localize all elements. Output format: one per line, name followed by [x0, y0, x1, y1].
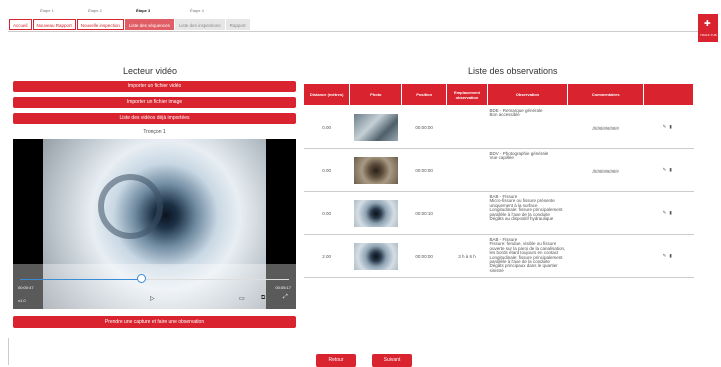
comment-cell: jjjjjgjjgjgjjgjjg — [567, 105, 644, 149]
step-label-active: Étape 3 — [136, 8, 151, 13]
table-row[interactable]: 0.00 00:00:00 BDV - Photographie général… — [303, 148, 694, 192]
divider — [8, 338, 9, 365]
observation-photo[interactable] — [353, 242, 398, 270]
seek-bar[interactable] — [20, 279, 289, 280]
emplacement-cell — [446, 105, 488, 149]
col-emplacement: Emplacement observation — [445, 83, 488, 106]
actions-cell: ✎▮ — [643, 105, 694, 149]
play-icon[interactable]: ▷ — [150, 295, 155, 302]
delete-icon[interactable]: ▮ — [669, 210, 674, 215]
step-label: Étape 4 — [190, 8, 204, 13]
logo-mark-icon: ✚ — [704, 19, 711, 28]
brand-logo: ✚ TRAFF-TUB — [698, 14, 718, 42]
emplacement-cell: 3 h à 6 h — [446, 234, 488, 278]
actions-cell: ✎▮ — [643, 148, 694, 192]
col-distance: Distance (mètres) — [302, 83, 351, 106]
observation-photo[interactable] — [353, 156, 398, 184]
breadcrumb-tabs: Accueil Nouveau Rapport Nouvelle inspect… — [9, 19, 250, 30]
position-cell: 00:00:10 — [401, 191, 447, 235]
capture-frame-icon[interactable]: ▭ — [239, 295, 245, 302]
table-row[interactable]: 2.00 00:00:00 3 h à 6 h BAB - Fissure Fi… — [303, 234, 694, 278]
col-commentaires: Commentaires — [566, 83, 645, 106]
observation-cell: BAB - Fissure Micro-fissure ou fissure p… — [487, 191, 568, 235]
observation-photo[interactable] — [353, 199, 398, 227]
comment-cell: jjjjjgjjgjgjjgjjg — [567, 148, 644, 192]
observations-title: Liste des observations — [468, 66, 558, 76]
table-header-row: Distance (mètres) Photo Position Emplace… — [302, 83, 694, 106]
tab-accueil[interactable]: Accueil — [9, 19, 32, 30]
emplacement-cell — [446, 191, 488, 235]
photo-cell[interactable] — [349, 105, 402, 149]
tab-nouveau-rapport[interactable]: Nouveau Rapport — [32, 19, 76, 30]
distance-cell: 2.00 — [303, 234, 350, 278]
observation-cell: BAB - Fissure Fissure: fendue, visible o… — [487, 234, 568, 278]
tab-liste-inspections[interactable]: Liste des inspections — [174, 19, 225, 30]
distance-cell: 0.00 — [303, 105, 350, 149]
tab-liste-sequences[interactable]: Liste des séquences — [124, 19, 174, 30]
photo-cell[interactable] — [349, 234, 402, 278]
video-player-title: Lecteur vidéo — [123, 66, 178, 76]
import-video-button[interactable]: Importer un fichier vidéo — [13, 81, 296, 92]
picture-in-picture-icon[interactable]: ⧉ — [261, 295, 265, 302]
step-label: Étape 2 — [88, 8, 102, 13]
logo-text: TRAFF-TUB — [700, 33, 717, 37]
distance-cell: 0.00 — [303, 191, 350, 235]
tab-rapport[interactable]: Rapport — [225, 19, 250, 30]
video-controls-bar — [43, 264, 266, 309]
step-label: Étape 1 — [40, 8, 54, 13]
import-image-button[interactable]: Importer un fichier image — [13, 97, 296, 108]
tab-nouvelle-inspection[interactable]: Nouvelle inspection — [76, 19, 124, 30]
playback-speed[interactable]: x1.0 — [18, 298, 26, 303]
actions-cell: ✎▮ — [643, 191, 694, 235]
position-cell: 00:00:00 — [401, 234, 447, 278]
header-divider — [8, 31, 707, 32]
comment-cell — [567, 234, 644, 278]
pipe-interior — [98, 174, 163, 239]
col-observation: Observation — [486, 83, 568, 106]
section-label: Tronçon 1 — [143, 129, 166, 135]
total-time: 00:05:17 — [275, 285, 291, 290]
photo-cell[interactable] — [349, 148, 402, 192]
observation-cell: BDE - Remarque générale Bon accessible — [487, 105, 568, 149]
position-cell: 00:00:00 — [401, 105, 447, 149]
imported-videos-button[interactable]: Liste des vidéos déjà importées — [13, 113, 296, 124]
photo-cell[interactable] — [349, 191, 402, 235]
table-row[interactable]: 0.00 00:00:00 BDE - Remarque générale Bo… — [303, 105, 694, 149]
distance-cell: 0.00 — [303, 148, 350, 192]
seek-progress — [20, 279, 142, 280]
capture-observation-button[interactable]: Prendre une capture et faire une observa… — [13, 316, 296, 328]
step-indicator: Étape 1 Étape 2 Étape 3 Étape 4 — [40, 8, 240, 14]
observation-photo[interactable] — [353, 113, 398, 141]
delete-icon[interactable]: ▮ — [669, 167, 674, 172]
fullscreen-icon[interactable]: ⤢ — [283, 294, 288, 301]
delete-icon[interactable]: ▮ — [669, 253, 674, 258]
emplacement-cell — [446, 148, 488, 192]
comment-cell — [567, 191, 644, 235]
actions-cell: ✎▮ — [643, 234, 694, 278]
col-photo: Photo — [349, 83, 403, 106]
video-player[interactable]: 00:00:47 00:05:17 x1.0 ▷ ▭ ⧉ ⤢ — [13, 139, 296, 309]
current-time: 00:00:47 — [18, 285, 34, 290]
col-actions — [643, 83, 694, 106]
delete-icon[interactable]: ▮ — [669, 124, 674, 129]
col-position: Position — [401, 83, 447, 106]
back-button[interactable]: Retour — [316, 354, 356, 367]
seek-handle[interactable] — [136, 274, 146, 283]
next-button[interactable]: Suivant — [372, 354, 412, 367]
observation-cell: BDV - Photographie générale Vue capillée — [487, 148, 568, 192]
table-row[interactable]: 0.00 00:00:10 BAB - Fissure Micro-fissur… — [303, 191, 694, 235]
position-cell: 00:00:00 — [401, 148, 447, 192]
observations-table: Distance (mètres) Photo Position Emplace… — [302, 83, 694, 278]
